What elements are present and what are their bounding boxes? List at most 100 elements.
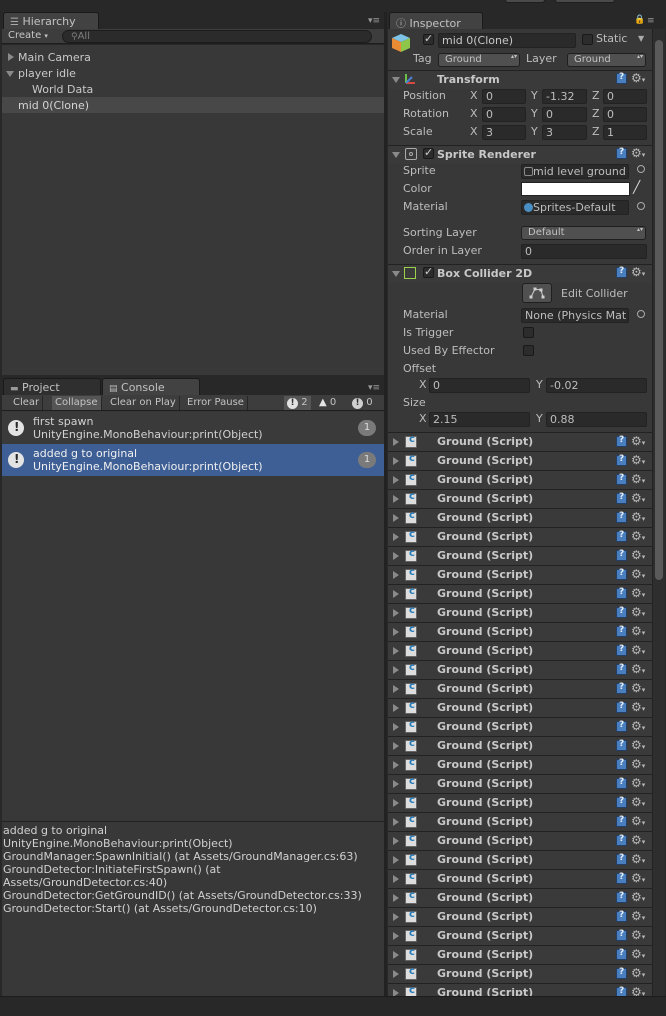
ground-script-header[interactable]: Ground (Script) ⚙▾ [388, 698, 652, 717]
expand-arrow-icon[interactable] [393, 590, 399, 598]
gear-icon[interactable]: ⚙▾ [631, 739, 645, 753]
gear-icon[interactable]: ⚙▾ [631, 777, 645, 791]
expand-arrow-icon[interactable] [393, 913, 399, 921]
pane-divider[interactable] [384, 12, 387, 998]
gear-icon[interactable]: ⚙▾ [631, 530, 645, 544]
active-checkbox[interactable] [423, 32, 434, 45]
transform-header[interactable] [388, 70, 652, 89]
ground-script-header[interactable]: Ground (Script) ⚙▾ [388, 736, 652, 755]
position-y-field[interactable]: -1.32 [542, 89, 587, 104]
collapse-arrow-icon[interactable] [6, 71, 14, 77]
help-icon[interactable] [616, 948, 627, 960]
gear-icon[interactable]: ⚙▾ [631, 625, 645, 639]
lock-icon[interactable]: 🔒 [634, 15, 645, 25]
help-icon[interactable] [616, 606, 627, 618]
ground-script-header[interactable]: Ground (Script) ⚙▾ [388, 603, 652, 622]
hierarchy-item-player-idle[interactable]: player idle [18, 67, 76, 80]
help-icon[interactable] [616, 758, 627, 770]
scale-x-field[interactable]: 3 [482, 125, 526, 140]
help-icon[interactable] [616, 872, 627, 884]
box-collider-enabled-checkbox[interactable] [423, 265, 434, 278]
hierarchy-item-world-data[interactable]: World Data [32, 83, 93, 96]
scale-z-field[interactable]: 1 [603, 125, 647, 140]
gear-icon[interactable]: ⚙▾ [631, 492, 645, 506]
help-icon[interactable] [616, 796, 627, 808]
gear-icon[interactable]: ⚙▾ [631, 796, 645, 810]
gear-icon[interactable]: ⚙▾ [631, 853, 645, 867]
ground-script-header[interactable]: Ground (Script) ⚙▾ [388, 831, 652, 850]
collapse-arrow-icon[interactable] [392, 271, 400, 277]
position-z-field[interactable]: 0 [603, 89, 647, 104]
help-icon[interactable] [616, 967, 627, 979]
help-icon[interactable] [616, 720, 627, 732]
expand-arrow-icon[interactable] [393, 609, 399, 617]
help-icon[interactable] [616, 266, 627, 278]
position-x-field[interactable]: 0 [482, 89, 526, 104]
scale-y-field[interactable]: 3 [542, 125, 587, 140]
gear-icon[interactable]: ⚙▾ [631, 473, 645, 487]
sorting-layer-dropdown[interactable]: Default [521, 226, 646, 240]
gear-icon[interactable]: ⚙▾ [631, 948, 645, 962]
gear-icon[interactable]: ⚙▾ [631, 435, 645, 449]
expand-arrow-icon[interactable] [393, 704, 399, 712]
object-picker-icon[interactable] [637, 310, 645, 318]
ground-script-header[interactable]: Ground (Script) ⚙▾ [388, 945, 652, 964]
gear-icon[interactable]: ⚙▾ [631, 606, 645, 620]
ground-script-header[interactable]: Ground (Script) ⚙▾ [388, 774, 652, 793]
expand-arrow-icon[interactable] [393, 799, 399, 807]
gear-icon[interactable]: ⚙▾ [631, 834, 645, 848]
rotation-y-field[interactable]: 0 [542, 107, 587, 122]
edit-collider-button[interactable] [522, 283, 552, 303]
expand-arrow-icon[interactable] [393, 723, 399, 731]
top-button-left[interactable] [505, 0, 545, 3]
expand-arrow-icon[interactable] [393, 951, 399, 959]
clear-on-play-button[interactable]: Clear on Play [107, 396, 180, 410]
gear-icon[interactable]: ⚙▾ [631, 568, 645, 582]
ground-script-header[interactable]: Ground (Script) ⚙▾ [388, 660, 652, 679]
help-icon[interactable] [616, 511, 627, 523]
tab-inspector[interactable]: ⓘ Inspector [389, 12, 483, 30]
expand-arrow-icon[interactable] [393, 628, 399, 636]
ground-script-header[interactable]: Ground (Script) ⚙▾ [388, 470, 652, 489]
color-swatch[interactable] [521, 182, 630, 196]
rotation-x-field[interactable]: 0 [482, 107, 526, 122]
help-icon[interactable] [616, 530, 627, 542]
top-button-right[interactable] [555, 0, 615, 3]
tab-hierarchy[interactable]: ☰ Hierarchy [3, 12, 99, 30]
expand-arrow-icon[interactable] [393, 875, 399, 883]
collapse-button[interactable]: Collapse [52, 396, 102, 410]
gear-icon[interactable]: ⚙▾ [631, 454, 645, 468]
expand-arrow-icon[interactable] [393, 571, 399, 579]
expand-arrow-icon[interactable] [393, 647, 399, 655]
expand-arrow-icon[interactable] [393, 818, 399, 826]
help-icon[interactable] [616, 644, 627, 656]
expand-arrow-icon[interactable] [393, 780, 399, 788]
expand-arrow-icon[interactable] [393, 457, 399, 465]
sprite-renderer-enabled-checkbox[interactable] [423, 146, 434, 159]
expand-arrow-icon[interactable] [393, 476, 399, 484]
expand-arrow-icon[interactable] [393, 761, 399, 769]
ground-script-header[interactable]: Ground (Script) ⚙▾ [388, 888, 652, 907]
expand-arrow-icon[interactable] [393, 438, 399, 446]
tab-project[interactable]: ▬ Project [3, 378, 101, 395]
help-icon[interactable] [616, 834, 627, 846]
ground-script-header[interactable]: Ground (Script) ⚙▾ [388, 641, 652, 660]
expand-arrow-icon[interactable] [393, 856, 399, 864]
info-count-toggle[interactable]: ! 2 [284, 396, 311, 410]
gear-icon[interactable]: ⚙▾ [631, 147, 645, 161]
gear-icon[interactable]: ⚙▾ [631, 549, 645, 563]
help-icon[interactable] [616, 435, 627, 447]
offset-y-field[interactable]: -0.02 [546, 378, 647, 393]
gear-icon[interactable]: ⚙▾ [631, 929, 645, 943]
gear-icon[interactable]: ⚙▾ [631, 815, 645, 829]
expand-arrow-icon[interactable] [393, 970, 399, 978]
ground-script-header[interactable]: Ground (Script) ⚙▾ [388, 755, 652, 774]
error-pause-button[interactable]: Error Pause [184, 396, 248, 410]
expand-arrow-icon[interactable] [393, 742, 399, 750]
expand-arrow-icon[interactable] [393, 514, 399, 522]
order-in-layer-field[interactable]: 0 [521, 244, 647, 259]
collapse-arrow-icon[interactable] [392, 77, 400, 83]
gear-icon[interactable]: ⚙▾ [631, 910, 645, 924]
help-icon[interactable] [616, 587, 627, 599]
panel-menu-icon[interactable]: ≡ [647, 16, 655, 26]
